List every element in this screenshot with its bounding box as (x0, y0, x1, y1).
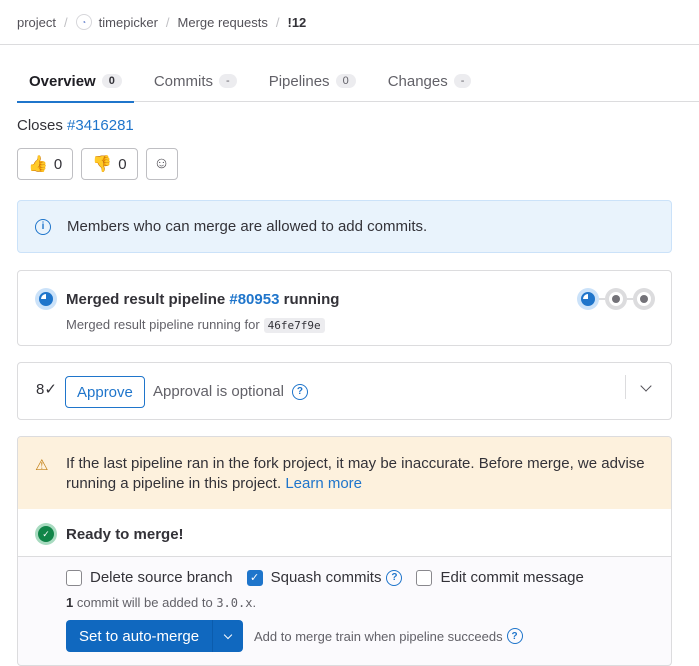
help-icon[interactable]: ? (291, 383, 308, 400)
pipeline-stages (577, 288, 655, 310)
tab-pipelines[interactable]: Pipelines 0 (257, 60, 368, 102)
mr-tabs: Overview 0 Commits - Pipelines 0 Changes - (17, 60, 699, 103)
tab-commits[interactable]: Commits - (142, 60, 249, 102)
closes-issue: Closes #3416281 (17, 117, 134, 134)
award-emoji-bar: 👍 0 👎 0 ☺ (17, 148, 178, 180)
status-success-icon: ✓ (35, 523, 57, 545)
tab-overview[interactable]: Overview 0 (17, 60, 134, 103)
breadcrumb-merge-requests[interactable]: Merge requests (178, 15, 268, 30)
help-icon[interactable]: ? (386, 569, 403, 586)
thumbs-down-icon: 👎 (92, 156, 113, 173)
award-count: 0 (53, 155, 63, 173)
expand-chevron-down-icon[interactable] (636, 378, 656, 398)
delete-source-branch-checkbox[interactable]: Delete source branch (66, 569, 233, 586)
thumbs-up-icon: 👍 (28, 156, 48, 173)
breadcrumb-separator: / (64, 14, 68, 30)
commit-info: 1 commit will be added to 3.0.x. (66, 595, 256, 610)
warning-icon: ⚠ (35, 457, 49, 474)
closes-label: Closes (17, 117, 63, 134)
merge-options: Delete source branch ✓ Squash commits? Ed… (66, 569, 598, 586)
smiley-icon: ☺ (153, 155, 170, 172)
tab-label: Changes (387, 72, 448, 90)
tab-count-badge: - (219, 74, 237, 88)
approval-icon: 8✓ (36, 381, 57, 398)
commit-count: 1 (66, 595, 74, 610)
target-branch: 3.0.x (216, 596, 253, 610)
info-icon: i (35, 218, 51, 235)
header-divider (0, 44, 699, 45)
thumbs-down-button[interactable]: 👎 0 (81, 148, 138, 180)
add-reaction-button[interactable]: ☺ (145, 148, 178, 180)
info-alert: i Members who can merge are allowed to a… (17, 200, 672, 253)
checkbox-unchecked[interactable] (416, 569, 433, 586)
thumbs-up-button[interactable]: 👍 0 (17, 148, 74, 180)
approval-widget: 8✓ Approve Approval is optional ? (17, 362, 672, 420)
tab-label: Overview (29, 72, 96, 90)
divider (625, 375, 626, 399)
tab-count-badge: 0 (335, 74, 356, 88)
tab-count-badge: 0 (101, 74, 122, 88)
fork-pipeline-warning: ⚠ If the last pipeline ran in the fork p… (18, 437, 671, 509)
breadcrumb: project / ◔ timepicker / Merge requests … (17, 0, 699, 44)
merge-widget: ⚠ If the last pipeline ran in the fork p… (17, 436, 672, 666)
award-count: 0 (118, 155, 127, 173)
ready-to-merge: ✓ Ready to merge! (18, 509, 671, 557)
tab-label: Commits (153, 72, 214, 90)
merge-train-info: Add to merge train when pipeline succeed… (254, 628, 523, 644)
commit-text: commit will be added to (76, 595, 213, 610)
approve-button[interactable]: Approve (65, 376, 145, 408)
pipeline-subtitle: Merged result pipeline running for 46fe7f… (66, 317, 325, 333)
period: . (252, 595, 257, 610)
info-alert-text: Members who can merge are allowed to add… (67, 218, 428, 235)
checkbox-checked[interactable]: ✓ (246, 569, 263, 586)
checkbox-unchecked[interactable] (66, 569, 82, 586)
breadcrumb-project[interactable]: project (17, 15, 56, 30)
help-icon[interactable]: ? (506, 628, 523, 644)
merge-train-text: Add to merge train when pipeline succeed… (254, 628, 503, 644)
option-label: Squash commits (270, 569, 382, 586)
breadcrumb-separator: / (165, 14, 170, 30)
commit-sha[interactable]: 46fe7f9e (263, 318, 325, 333)
pipeline-link[interactable]: #80953 (229, 291, 279, 308)
option-label: Edit commit message (440, 569, 584, 586)
stage-created-icon[interactable] (633, 288, 655, 310)
breadcrumb-repo[interactable]: timepicker (99, 15, 158, 30)
breadcrumb-current[interactable]: !12 (287, 15, 306, 30)
pipeline-title: Merged result pipeline #80953 running (66, 291, 339, 308)
option-label: Delete source branch (90, 569, 233, 586)
tab-label: Pipelines (268, 72, 330, 90)
pipeline-title-prefix: Merged result pipeline (66, 291, 226, 308)
approval-optional-text: Approval is optional (153, 383, 284, 400)
stage-running-icon[interactable] (577, 288, 599, 310)
approval-optional: Approval is optional ? (153, 383, 308, 400)
status-running-icon[interactable] (35, 288, 57, 310)
project-avatar-icon: ◔ (75, 14, 92, 30)
learn-more-link[interactable]: Learn more (285, 475, 362, 492)
stage-created-icon[interactable] (605, 288, 627, 310)
auto-merge-split-button: Set to auto-merge (66, 620, 244, 652)
squash-commits-checkbox[interactable]: ✓ Squash commits? (246, 569, 403, 586)
merge-options-dropdown-chevron-down-icon[interactable] (212, 620, 244, 652)
pipeline-status-text: running (283, 291, 340, 308)
edit-commit-message-checkbox[interactable]: Edit commit message (416, 569, 584, 586)
breadcrumb-separator: / (275, 14, 280, 30)
tab-changes[interactable]: Changes - (376, 60, 484, 102)
closes-issue-link[interactable]: #3416281 (67, 117, 134, 134)
pipeline-subtitle-text: Merged result pipeline running for (66, 317, 260, 332)
tab-count-badge: - (453, 74, 472, 88)
pipeline-widget: Merged result pipeline #80953 running Me… (17, 270, 672, 346)
set-auto-merge-button[interactable]: Set to auto-merge (66, 620, 213, 652)
ready-label: Ready to merge! (66, 526, 184, 543)
